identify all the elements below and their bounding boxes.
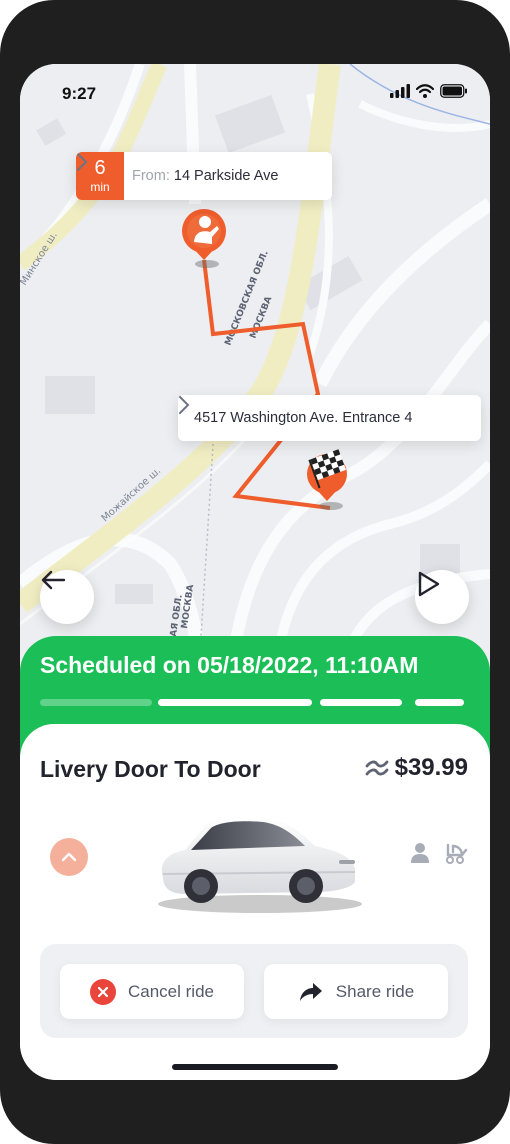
origin-address: From: 14 Parkside Ave (124, 168, 302, 184)
map-view[interactable]: Минское ш. Можайское ш. МОСКОВСКАЯ ОБЛ. … (20, 64, 490, 684)
progress-segment (158, 699, 312, 706)
ride-details-sheet: Livery Door To Door $39.99 Cancel ride S… (20, 724, 490, 1080)
ride-price: $39.99 (365, 754, 468, 782)
actions-tray: Cancel ride Share ride (40, 944, 468, 1038)
approx-icon (365, 760, 388, 776)
person-icon (411, 843, 429, 863)
eta-unit: min (90, 180, 110, 194)
schedule-title: Scheduled on 05/18/2022, 11:10AM (40, 652, 419, 678)
chevron-up-icon (61, 852, 77, 862)
close-icon (90, 978, 116, 1005)
origin-prefix: From: (132, 168, 170, 184)
status-bar: 9:27 (20, 64, 490, 120)
home-indicator[interactable] (172, 1064, 338, 1070)
progress-segment (320, 699, 402, 706)
cancel-ride-label: Cancel ride (128, 981, 214, 1001)
destination-callout[interactable]: 4517 Washington Ave. Entrance 4 (178, 395, 481, 441)
origin-address-text: 14 Parkside Ave (173, 168, 279, 184)
share-ride-label: Share ride (335, 981, 415, 1001)
share-arrow-icon (299, 982, 322, 1001)
signal-icon (390, 84, 410, 98)
share-ride-button[interactable]: Share ride (264, 964, 448, 1019)
ride-options (410, 842, 468, 864)
arrow-left-icon (41, 570, 66, 590)
price-value: $39.99 (394, 754, 468, 781)
back-button[interactable] (40, 570, 94, 624)
stroller-icon (446, 843, 468, 864)
progress-segment (40, 699, 152, 706)
app-screen: Минское ш. Можайское ш. МОСКОВСКАЯ ОБЛ. … (20, 64, 490, 1080)
origin-callout[interactable]: 6 min From: 14 Parkside Ave (76, 152, 332, 200)
ride-type-name: Livery Door To Door (40, 756, 261, 782)
destination-address: 4517 Washington Ave. Entrance 4 (194, 410, 413, 426)
ride-progress (40, 699, 464, 706)
progress-segment (415, 699, 464, 706)
phone-frame: Минское ш. Можайское ш. МОСКОВСКАЯ ОБЛ. … (0, 0, 510, 1144)
play-icon (418, 571, 440, 597)
status-time: 9:27 (62, 84, 97, 103)
collapse-button[interactable] (50, 838, 88, 876)
cancel-ride-button[interactable]: Cancel ride (60, 964, 244, 1019)
battery-icon (440, 84, 467, 98)
wifi-icon (416, 84, 434, 98)
eta-value: 6 (94, 157, 106, 179)
navigate-button[interactable] (415, 570, 469, 624)
car-image (158, 817, 362, 913)
